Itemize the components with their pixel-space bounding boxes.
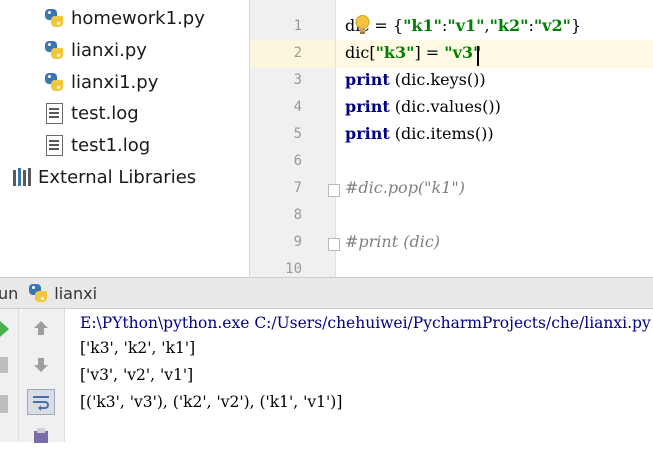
fold-marker-icon[interactable] <box>328 238 340 251</box>
console-output[interactable]: E:\PYthon\python.exe C:/Users/chehuiwei/… <box>65 309 653 442</box>
python-file-icon <box>44 71 64 93</box>
tree-item-test1-log[interactable]: test1.log <box>44 130 150 160</box>
python-file-icon <box>44 7 64 29</box>
code-line-1[interactable]: dic = {"k1":"v1","k2":"v2"} <box>345 16 581 35</box>
tree-item-lianxi[interactable]: lianxi.py <box>44 35 147 65</box>
log-file-icon <box>44 102 64 124</box>
tree-item-homework1[interactable]: homework1.py <box>44 3 205 33</box>
line-number: 7 <box>293 180 302 196</box>
console-line: E:\PYthon\python.exe C:/Users/chehuiwei/… <box>80 314 651 332</box>
log-file-icon <box>44 134 64 156</box>
run-config-name[interactable]: lianxi <box>54 284 97 303</box>
run-toolbar <box>19 309 65 443</box>
arrow-down-icon <box>34 358 48 372</box>
tree-item-label: lianxi.py <box>71 39 147 61</box>
line-number: 6 <box>293 153 302 169</box>
scroll-down-button[interactable] <box>27 352 55 378</box>
arrow-up-icon <box>34 321 48 335</box>
text-caret <box>477 46 479 66</box>
console-line: ['v3', 'v2', 'v1'] <box>80 366 194 384</box>
line-number: 9 <box>293 234 302 250</box>
soft-wrap-toggle[interactable] <box>27 389 55 415</box>
printer-icon <box>34 428 48 443</box>
tree-item-external-libraries[interactable]: External Libraries <box>12 162 196 192</box>
line-number: 8 <box>293 207 302 223</box>
tree-item-label: lianxi1.py <box>71 71 159 93</box>
project-tree: homework1.py lianxi.py lianxi1.py test.l… <box>0 0 250 277</box>
code-editor[interactable]: 1 2 3 4 5 6 7 8 9 10 dic = {"k1":"v1","k… <box>250 0 653 277</box>
console-line: ['k3', 'k2', 'k1'] <box>80 339 196 357</box>
code-line-9[interactable]: #print (dic) <box>345 232 440 251</box>
tree-item-label: test1.log <box>71 134 151 156</box>
tree-item-test-log[interactable]: test.log <box>44 98 139 128</box>
tree-item-lianxi1[interactable]: lianxi1.py <box>44 67 158 97</box>
pause-icon[interactable] <box>0 395 8 413</box>
print-button[interactable] <box>27 423 55 449</box>
code-line-7[interactable]: #dic.pop("k1") <box>345 178 465 197</box>
line-number: 4 <box>293 99 302 115</box>
console-line: [('k3', 'v3'), ('k2', 'v2'), ('k1', 'v1'… <box>80 393 343 411</box>
line-number: 5 <box>293 126 302 142</box>
lightbulb-icon[interactable] <box>354 14 371 36</box>
tree-item-label: homework1.py <box>71 7 205 29</box>
code-line-3[interactable]: print (dic.keys()) <box>345 70 486 89</box>
code-line-4[interactable]: print (dic.values()) <box>345 97 501 116</box>
stop-icon[interactable] <box>0 357 8 373</box>
run-toolbar-outer <box>0 309 19 442</box>
rerun-icon[interactable] <box>0 321 10 337</box>
run-panel-header: un lianxi <box>0 277 653 309</box>
line-number: 3 <box>293 72 302 88</box>
python-run-config-icon <box>28 282 48 304</box>
fold-marker-icon[interactable] <box>328 184 340 197</box>
library-icon <box>12 166 32 188</box>
python-file-icon <box>44 39 64 61</box>
scroll-up-button[interactable] <box>27 315 55 341</box>
soft-wrap-icon <box>33 396 49 411</box>
line-number: 1 <box>293 18 302 34</box>
code-line-2[interactable]: dic["k3"] = "v3" <box>345 43 481 62</box>
tree-item-label: External Libraries <box>38 166 197 188</box>
code-line-5[interactable]: print (dic.items()) <box>345 124 494 143</box>
line-number: 2 <box>293 45 302 61</box>
tree-item-label: test.log <box>71 102 139 124</box>
line-number: 10 <box>285 261 302 277</box>
run-tab-label[interactable]: un <box>0 284 18 303</box>
